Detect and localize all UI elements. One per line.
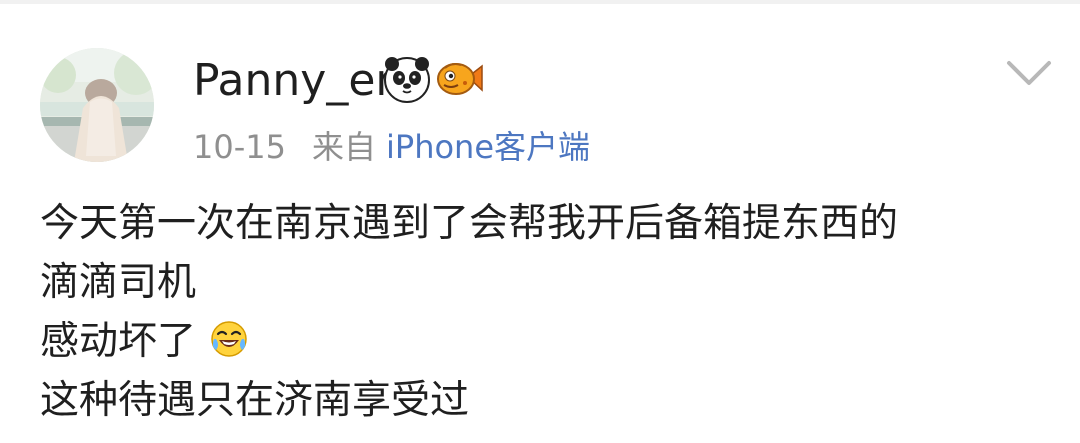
chevron-down-icon[interactable] — [1004, 57, 1054, 93]
post-time: 10-15 — [193, 128, 286, 166]
top-separator — [0, 0, 1080, 4]
avatar[interactable] — [40, 48, 154, 162]
weibo-post-card: Panny_er 10-15 来自 iPhone客户端 今天第一次在南京遇到了会… — [0, 0, 1080, 443]
post-content: 今天第一次在南京遇到了会帮我开后备箱提东西的 滴滴司机 感动坏了 这种待遇只在济… — [40, 194, 1040, 430]
post-content-line-4: 这种待遇只在济南享受过 — [40, 378, 470, 423]
laughing-tears-emoji-icon — [210, 320, 248, 358]
post-content-line-2: 滴滴司机 — [40, 260, 197, 305]
post-content-line-3: 感动坏了 — [40, 312, 1040, 371]
username[interactable]: Panny_er — [193, 52, 394, 110]
post-content-line-3-text: 感动坏了 — [40, 319, 197, 364]
fish-badge-icon — [434, 55, 484, 105]
panda-badge-icon — [382, 55, 432, 105]
post-content-line-1: 今天第一次在南京遇到了会帮我开后备箱提东西的 — [40, 201, 899, 246]
source-client-link[interactable]: iPhone客户端 — [386, 123, 590, 171]
post-meta: 10-15 来自 iPhone客户端 — [193, 123, 590, 171]
source-prefix: 来自 — [311, 128, 376, 166]
